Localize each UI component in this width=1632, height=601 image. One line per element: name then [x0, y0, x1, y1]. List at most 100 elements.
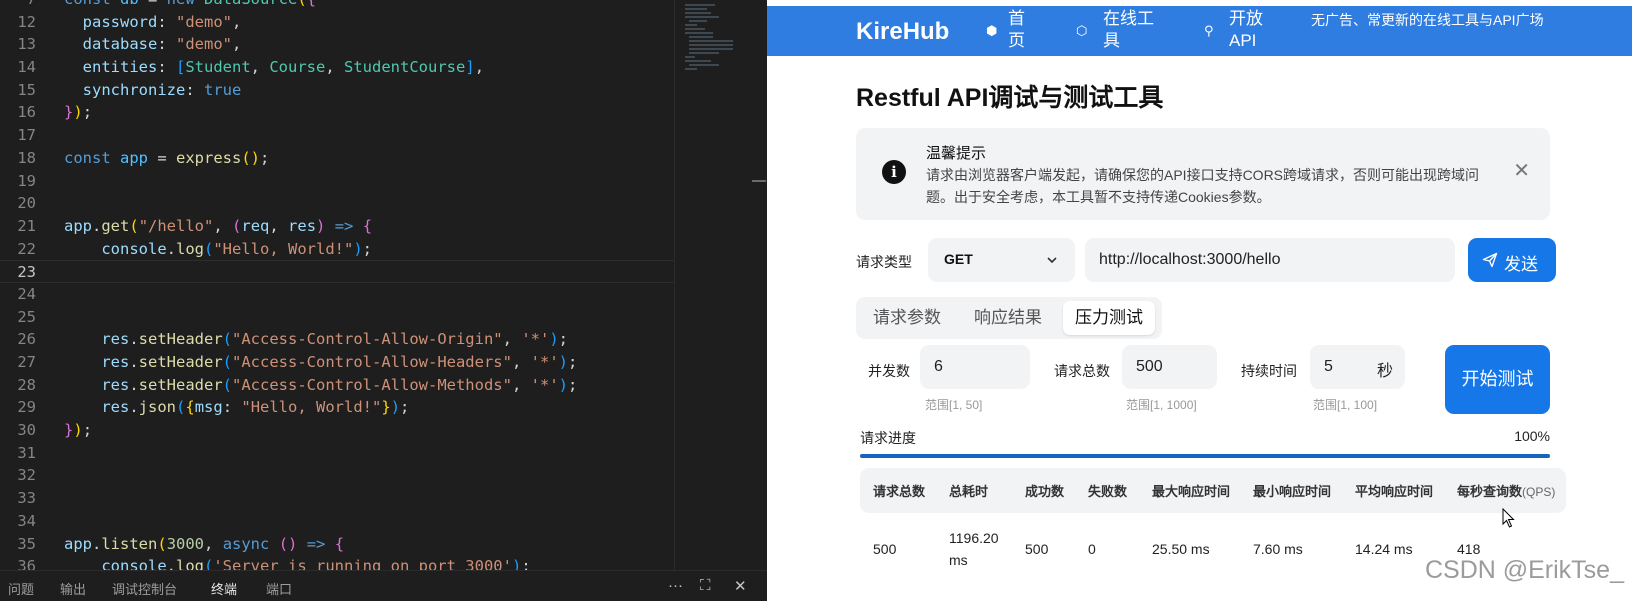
code-line[interactable]: 14 entities: [Student, Course, StudentCo… [0, 56, 674, 79]
code-line[interactable]: 16}); [0, 101, 674, 124]
close-icon[interactable]: ✕ [734, 577, 747, 595]
code-token: { [307, 0, 316, 8]
code-token: setHeader [138, 375, 223, 394]
minimap-line [689, 36, 713, 38]
send-button[interactable]: 发送 [1468, 238, 1556, 282]
code-token: '*' [521, 330, 550, 349]
code-line[interactable]: 26 res.setHeader("Access-Control-Allow-O… [0, 328, 674, 351]
code-line[interactable]: 18 const app = express(); [0, 147, 674, 170]
method-label: 请求类型 [856, 254, 912, 270]
code-line[interactable]: 24 [0, 283, 674, 306]
code-text: app.get("/hello", (req, res) => { [64, 215, 372, 238]
code-token: ) [73, 421, 83, 440]
code-line[interactable]: 19 [0, 170, 674, 193]
code-token: "Access-Control-Allow-Headers" [232, 353, 512, 371]
total-requests-value: 500 [1136, 358, 1163, 375]
mouse-cursor-icon [1502, 508, 1515, 528]
start-test-button[interactable]: 开始测试 [1445, 345, 1550, 414]
code-line[interactable]: 22 console.log("Hello, World!"); [0, 238, 674, 261]
close-icon[interactable]: ✕ [1513, 158, 1530, 183]
nav-home[interactable]: 首 页 [1008, 8, 1025, 52]
code-line[interactable]: 12 password: "demo", [0, 11, 674, 34]
panel-tab-debug-console[interactable]: 调试控制台 [112, 579, 177, 598]
method-select[interactable]: GET [928, 238, 1075, 282]
line-number: 32 [17, 466, 36, 485]
panel-tab-ports[interactable]: 端口 [266, 579, 292, 598]
code-text: }); [64, 101, 92, 124]
code-line[interactable]: 23 [0, 260, 674, 283]
line-number: 14 [17, 58, 36, 77]
code-token: : [157, 12, 176, 31]
concurrency-input[interactable]: 6 [920, 345, 1030, 389]
more-icon[interactable]: ··· [668, 577, 683, 594]
link-icon: ⚲ [1204, 23, 1214, 38]
code-line[interactable]: 27 res.setHeader("Access-Control-Allow-H… [0, 351, 674, 374]
code-token: ] [465, 58, 475, 77]
col-max-response: 最大响应时间 [1139, 468, 1240, 513]
tab-response-result[interactable]: 响应结果 [962, 301, 1054, 335]
nav-online-tools[interactable]: 在线工 具 [1103, 8, 1154, 52]
code-line[interactable]: 33 [0, 487, 674, 510]
duration-input[interactable]: 5 秒 [1310, 345, 1405, 389]
code-token: . [129, 398, 139, 417]
code-area[interactable]: 7const db = new DataSource({12 password:… [0, 0, 674, 578]
code-line[interactable]: 32 [0, 464, 674, 487]
brand-logo[interactable]: KireHub [856, 18, 949, 46]
code-line[interactable]: 21 app.get("/hello", (req, res) => { [0, 215, 674, 238]
code-token: => [325, 216, 363, 235]
col-qps: 每秒查询数(QPS) [1444, 468, 1566, 513]
code-line[interactable]: 28 res.setHeader("Access-Control-Allow-M… [0, 374, 674, 397]
code-token: true [204, 80, 242, 99]
minimap-line [689, 20, 707, 22]
send-label: 发送 [1504, 255, 1538, 274]
code-line[interactable]: 7 const db = new DataSource({ [0, 0, 674, 11]
code-editor[interactable]: 7const db = new DataSource({12 password:… [0, 0, 767, 601]
code-line[interactable]: 15 synchronize: true [0, 79, 674, 102]
code-line[interactable]: 30}); [0, 419, 674, 442]
code-line[interactable]: 13 database: "demo", [0, 33, 674, 56]
code-text: app.listen(3000, async () => { [64, 533, 344, 556]
code-line[interactable]: 34 [0, 510, 674, 533]
code-line[interactable]: 31 [0, 442, 674, 465]
code-token: . [92, 216, 102, 235]
line-number: 26 [17, 330, 36, 349]
minimap[interactable] [674, 0, 754, 570]
line-number: 18 [17, 148, 36, 167]
code-line[interactable]: 25 [0, 306, 674, 329]
url-input[interactable] [1085, 238, 1455, 282]
code-token: ( [204, 239, 214, 258]
code-token: , [204, 534, 223, 553]
maximize-icon[interactable]: ⛶ [700, 577, 711, 594]
table-header-row: 请求总数 总耗时 成功数 失败数 最大响应时间 最小响应时间 平均响应时间 每秒… [860, 468, 1566, 513]
code-token: const [64, 148, 120, 167]
progress-bar [860, 454, 1550, 458]
minimap-line [689, 44, 733, 46]
tab-stress-test[interactable]: 压力测试 [1063, 301, 1155, 335]
code-line[interactable]: 20 [0, 192, 674, 215]
tab-request-params[interactable]: 请求参数 [861, 301, 953, 335]
line-number: 28 [17, 375, 36, 394]
code-token: } [64, 421, 74, 440]
minimap-line [685, 24, 697, 26]
minimap-line [685, 8, 707, 10]
line-number: 22 [17, 239, 36, 258]
nav-open-api[interactable]: 开放 API [1229, 8, 1263, 52]
code-token: , [511, 353, 531, 371]
code-token: = [148, 148, 176, 167]
tip-alert: i 温馨提示 请求由浏览器客户端发起，请确保您的API接口支持CORS跨域请求，… [856, 128, 1550, 220]
code-token: Student [185, 58, 251, 77]
panel-tab-output[interactable]: 输出 [60, 579, 86, 598]
code-token: "Access-Control-Allow-Origin" [232, 330, 503, 349]
panel-tab-problems[interactable]: 问题 [8, 579, 34, 598]
line-number: 7 [0, 0, 36, 11]
duration-label: 持续时间 [1241, 363, 1297, 379]
code-line[interactable]: 29 res.json({msg: "Hello, World!"}); [0, 396, 674, 419]
line-number: 33 [17, 489, 36, 508]
panel-tab-terminal[interactable]: 终端 [211, 579, 237, 598]
code-line[interactable]: 35 app.listen(3000, async () => { [0, 533, 674, 556]
code-text: res.setHeader("Access-Control-Allow-Orig… [64, 328, 568, 351]
total-requests-input[interactable]: 500 [1122, 345, 1217, 389]
minimap-line [685, 4, 715, 6]
code-token: get [101, 216, 130, 235]
code-line[interactable]: 17 [0, 124, 674, 147]
